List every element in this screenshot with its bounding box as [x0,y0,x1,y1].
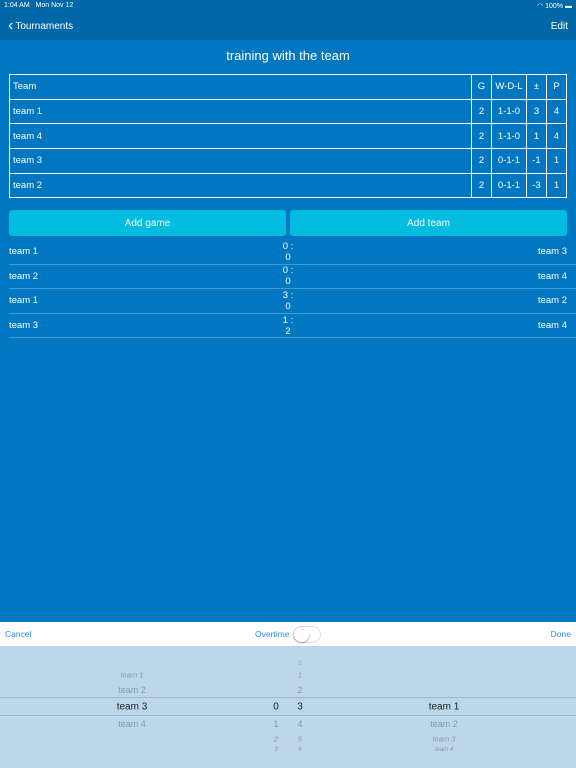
home-team: team 1 [9,295,39,307]
game-score: 1 : 2 [282,314,294,337]
picker-toolbar: Cancel Overtime Done [0,622,576,646]
home-team-option[interactable]: team 3 [117,702,148,713]
header-games: G [471,74,492,100]
game-row[interactable]: team 1 0 : 0 team 3 [9,240,576,265]
away-team: team 4 [537,270,567,282]
away-score-option[interactable]: 6 [298,747,301,753]
cancel-button[interactable]: Cancel [5,629,31,639]
goal-diff-cell: 1 [526,123,547,150]
overtime-toggle[interactable] [293,625,322,643]
game-row[interactable]: team 1 3 : 0 team 2 [9,289,576,314]
away-score-option[interactable]: 1 [298,671,302,680]
done-button[interactable]: Done [551,629,571,639]
points-cell: 4 [546,123,567,150]
game-row[interactable]: team 3 1 : 2 team 4 [9,314,576,339]
table-row: team 3 2 0-1-1 -1 1 [9,148,567,174]
back-button[interactable]: ‹ Tournaments [8,17,74,34]
standings-table: Team G W-D-L ± P team 1 2 1-1-0 3 4 team 4 2 1-… [9,74,567,199]
home-team-option[interactable]: team 4 [118,719,146,729]
navigation-bar: ‹ Tournaments Edit [0,12,576,40]
team-cell: team 4 [9,123,472,150]
games-cell: 2 [471,123,492,150]
away-score-option[interactable]: 2 [297,685,302,695]
points-cell: 4 [546,98,567,125]
status-date: Mon Nov 12 [35,2,74,9]
status-time: 1:04 AM [4,2,30,9]
overtime-label: Overtime [255,629,290,639]
chevron-left-icon: ‹ [8,17,14,34]
header-points: P [546,74,567,100]
games-cell: 2 [471,148,492,174]
page-title: training with the team [226,48,350,63]
header-goal-diff: ± [526,74,547,100]
wdl-cell: 0-1-1 [491,148,527,174]
home-team-option[interactable]: team 1 [121,671,144,680]
wifi-icon: ◠ [537,3,544,10]
home-team: team 3 [9,320,39,332]
header-wdl: W-D-L [491,74,527,100]
battery-level: 100% [545,3,564,10]
header-team: Team [9,74,472,100]
table-row: team 1 2 1-1-0 3 4 [9,98,567,125]
away-team-option[interactable]: team 2 [430,719,458,729]
wdl-cell: 1-1-0 [491,98,527,125]
points-cell: 1 [546,172,567,199]
points-cell: 1 [546,148,567,174]
away-team: team 2 [537,295,567,307]
games-cell: 2 [471,172,492,199]
away-team-option[interactable]: team 4 [435,747,453,753]
score-picker[interactable]: team 1 team 2 team 3 team 4 0 1 2 3 0 1 2 3 4 5 6 team … [0,646,576,768]
away-score-option[interactable]: 0 [298,661,301,667]
picker-selection-band [0,697,576,716]
home-score-option[interactable]: 1 [273,719,278,729]
away-score-option[interactable]: 5 [298,735,302,744]
team-cell: team 3 [9,148,472,174]
wdl-cell: 1-1-0 [491,123,527,150]
status-bar: 1:04 AM Mon Nov 12 ◠ 100% ▬ [0,0,576,12]
game-score: 0 : 0 [282,240,294,263]
add-game-button[interactable]: Add game [9,210,286,236]
add-team-button[interactable]: Add team [290,210,567,236]
home-team-option[interactable]: team 2 [118,685,146,695]
goal-diff-cell: -1 [526,148,547,174]
home-score-option[interactable]: 2 [274,735,278,744]
home-team: team 1 [9,246,39,258]
table-row: team 4 2 1-1-0 1 4 [9,123,567,150]
away-score-option[interactable]: 4 [297,719,302,729]
away-score-option[interactable]: 3 [297,702,303,713]
edit-button[interactable]: Edit [551,21,568,32]
table-row: team 2 2 0-1-1 -3 1 [9,172,567,199]
games-cell: 2 [471,98,492,125]
team-cell: team 1 [9,98,472,125]
game-score: 3 : 0 [282,289,294,312]
away-team-option[interactable]: team 3 [433,735,456,744]
back-label: Tournaments [15,20,74,32]
team-cell: team 2 [9,172,472,199]
home-score-option[interactable]: 3 [274,747,277,753]
wdl-cell: 0-1-1 [491,172,527,199]
home-score-option[interactable]: 0 [273,702,279,713]
goal-diff-cell: 3 [526,98,547,125]
home-team: team 2 [9,270,39,282]
away-team: team 4 [537,320,567,332]
game-row[interactable]: team 2 0 : 0 team 4 [9,265,576,290]
goal-diff-cell: -3 [526,172,547,199]
game-score: 0 : 0 [282,265,294,288]
battery-icon: ▬ [565,3,572,10]
table-header-row: Team G W-D-L ± P [9,74,567,100]
away-team: team 3 [537,246,567,258]
away-team-option[interactable]: team 1 [429,702,460,713]
